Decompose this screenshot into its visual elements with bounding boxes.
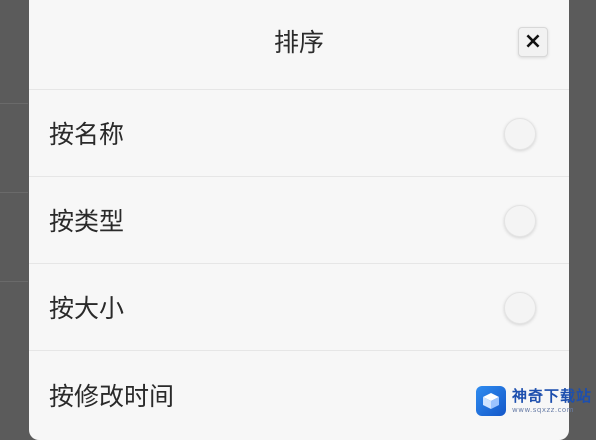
radio-button[interactable] [504,205,536,237]
sort-option-type[interactable]: 按类型 [29,177,569,264]
close-button[interactable]: × [518,27,548,57]
dialog-header: 排序 × [29,0,569,90]
watermark-title: 神奇下载站 [512,386,593,405]
close-icon: × [523,29,543,54]
sort-option-size[interactable]: 按大小 [29,264,569,351]
backdrop-divider [0,103,28,104]
option-label: 按名称 [49,120,125,149]
watermark-logo-icon [476,386,506,416]
sort-dialog: 排序 × 按名称 按类型 按大小 按修改时间 [29,0,569,440]
option-label: 按类型 [49,207,125,236]
backdrop-divider [0,192,28,193]
radio-button[interactable] [504,292,536,324]
watermark-subtitle: www.sqxzz.com [512,405,575,414]
radio-button[interactable] [504,118,536,150]
sort-option-name[interactable]: 按名称 [29,90,569,177]
backdrop-divider [0,281,28,282]
dialog-title: 排序 [273,28,324,57]
option-label: 按修改时间 [49,381,175,411]
site-watermark: 神奇下载站 www.sqxzz.com [476,381,592,421]
option-label: 按大小 [49,294,125,323]
